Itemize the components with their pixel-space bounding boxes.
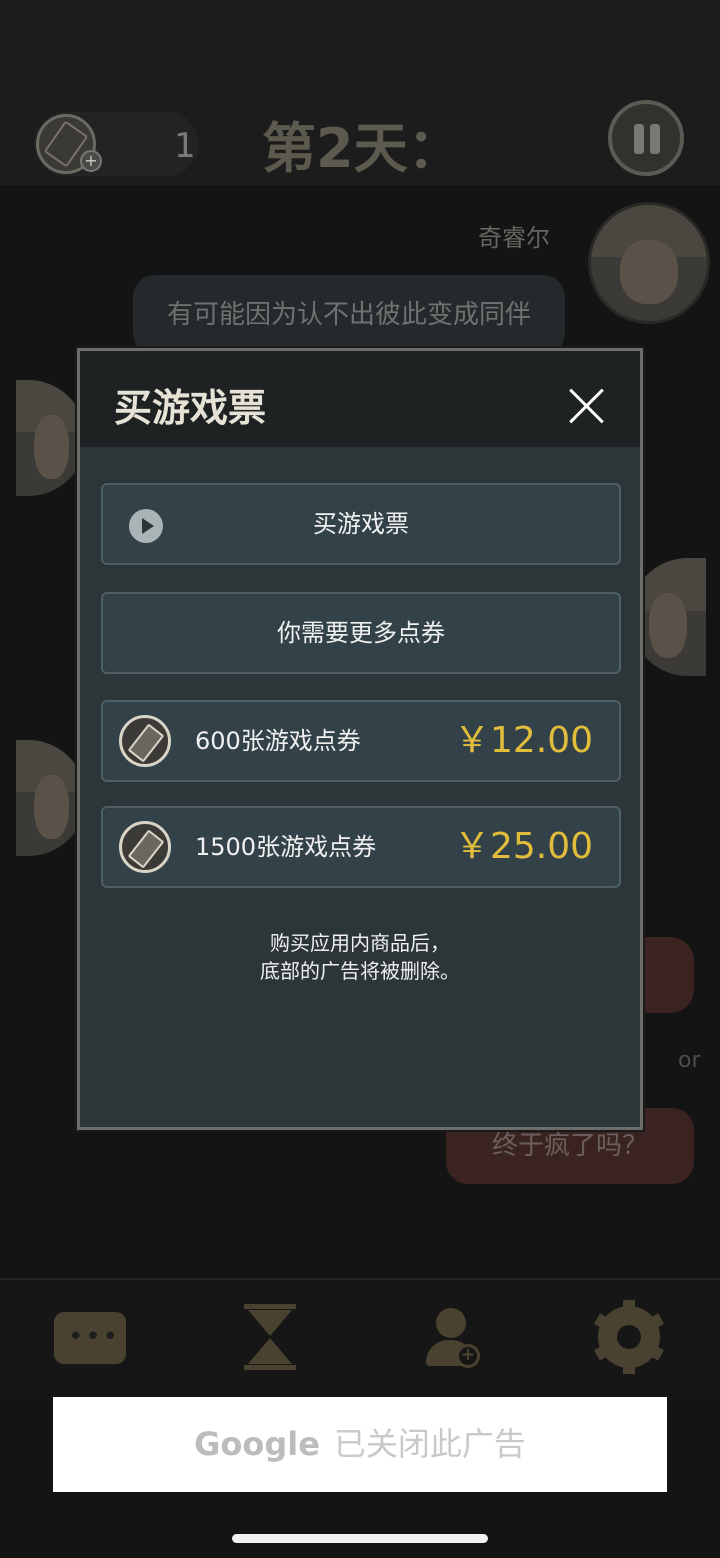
package-price: ￥25.00: [453, 826, 593, 867]
day-title: 第2天：: [262, 117, 462, 180]
avatar: [16, 740, 86, 856]
dialog-title: 买游戏票: [114, 386, 267, 430]
note-line-2: 底部的广告将被删除。: [260, 959, 460, 983]
hourglass-icon[interactable]: [244, 1304, 296, 1370]
ad-closed-text: 已关闭此广告: [333, 1425, 526, 1463]
ticket-count: 1: [174, 126, 196, 166]
avatar: [588, 202, 710, 324]
avatar: [16, 380, 86, 496]
chat-icon[interactable]: •••: [54, 1312, 126, 1364]
package-name: 1500张游戏点券: [195, 833, 377, 861]
watch-ad-button[interactable]: 买游戏票: [101, 483, 621, 565]
package-price: ￥12.00: [453, 720, 593, 761]
package-600-button[interactable]: 600张游戏点券 ￥12.00: [101, 700, 621, 782]
or-label: or: [678, 1048, 701, 1073]
close-icon[interactable]: [568, 387, 606, 425]
speaker-name: 奇睿尔: [478, 224, 550, 252]
more-coupons-button[interactable]: 你需要更多点券: [101, 592, 621, 674]
ad-banner[interactable]: Google 已关闭此广告: [53, 1397, 667, 1492]
buy-tickets-dialog: 买游戏票 买游戏票 你需要更多点券 600张游戏点券 ￥12.00 1500张游…: [77, 348, 643, 1130]
note-line-1: 购买应用内商品后，: [270, 931, 450, 955]
package-1500-button[interactable]: 1500张游戏点券 ￥25.00: [101, 806, 621, 888]
gear-icon[interactable]: [593, 1300, 665, 1374]
ticket-coin-icon: [119, 715, 171, 767]
add-ticket-icon[interactable]: +: [80, 150, 102, 172]
google-logo: Google: [194, 1425, 320, 1463]
top-bar: + 1 第2天：: [0, 0, 720, 185]
chat-message: 有可能因为认不出彼此变成同伴: [133, 275, 565, 355]
watch-ad-label: 买游戏票: [313, 510, 409, 538]
pause-button[interactable]: [608, 100, 684, 176]
ticket-coin-icon: [119, 821, 171, 873]
home-indicator[interactable]: [232, 1534, 488, 1543]
add-user-icon[interactable]: +: [424, 1308, 480, 1368]
purchase-note: 购买应用内商品后， 底部的广告将被删除。: [80, 929, 640, 985]
dialog-header: 买游戏票: [80, 351, 640, 447]
more-coupons-label: 你需要更多点券: [277, 619, 445, 647]
ticket-counter[interactable]: + 1: [34, 112, 199, 176]
package-name: 600张游戏点券: [195, 727, 361, 755]
